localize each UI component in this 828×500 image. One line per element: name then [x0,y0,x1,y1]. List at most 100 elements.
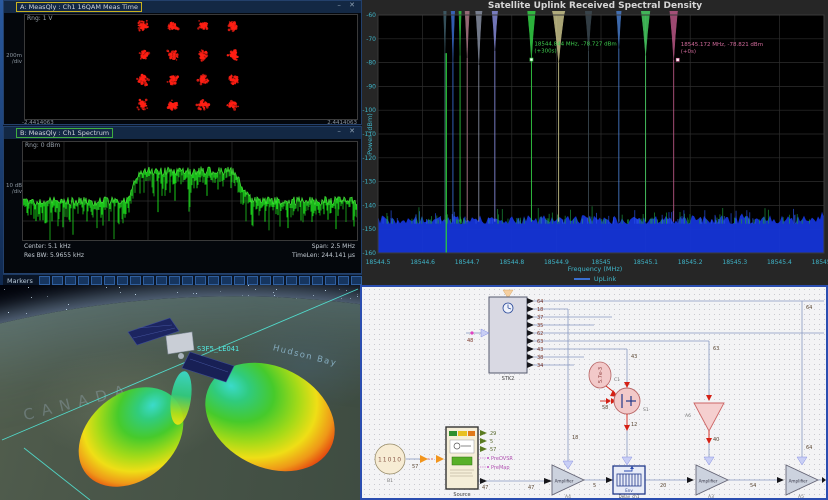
block-diagram[interactable]: STK2 48 64 18 37 35 62 63 43 38 34 64 64… [362,287,826,498]
lavender-arrow-icon [562,460,574,470]
marker-slot[interactable] [220,276,232,285]
spectrum-titlebar[interactable]: B: MeasQly : Ch1 Spectrum – ✕ [4,127,361,139]
range-label: Rng: 0 dBm [25,142,61,149]
marker-slot[interactable] [207,276,219,285]
constellation-window-title: A: MeasQly : Ch1 16QAM Meas Time [16,2,142,12]
close-icon[interactable]: ✕ [349,127,358,135]
chart-title: Satellite Uplink Received Spectral Densi… [487,1,703,11]
amplifier-label: Amplifier [555,479,574,484]
span-label: Span: 2.5 MHz [311,243,355,250]
svg-text:35: 35 [537,323,543,329]
amplifier1-block[interactable]: 47 Amplifier A4 5 [528,460,613,498]
constellation-plot[interactable]: Rng: 1 V [24,14,358,120]
constellation-clusters [136,19,240,111]
spectrum-signal-trace [21,166,358,240]
amplifier2-block[interactable]: Amplifier A3 54 [695,464,784,498]
marker-slot[interactable] [103,276,115,285]
marker-slots[interactable] [38,276,377,285]
wire-num: 57 [412,464,418,470]
marker-slot[interactable] [298,276,310,285]
env-delay-block[interactable]: Env Delay_ch1 20 [612,465,694,498]
modulator-block[interactable]: Source [445,426,479,498]
globe-view[interactable]: Hudson Bay CANADA S3F5_LEO41 [0,285,360,500]
marker-slot[interactable] [246,276,258,285]
att-caption: A6 [685,413,691,419]
svg-text:57: 57 [490,447,496,453]
svg-text:(+300s): (+300s) [534,49,556,55]
svg-text:34: 34 [537,363,543,369]
svg-text:(+0s): (+0s) [681,49,696,55]
marker-slot[interactable] [181,276,193,285]
marker-slot[interactable] [142,276,154,285]
amp2-caption: A3 [708,494,714,498]
marker-slot[interactable] [155,276,167,285]
marker-slot[interactable] [64,276,76,285]
svg-text:20: 20 [660,483,666,489]
sum-caption: S1 [643,407,649,413]
svg-text:-140: -140 [362,202,376,209]
x-axis-label: Frequency (MHz) [567,265,623,273]
marker-slot[interactable] [259,276,271,285]
lavender-arrow-icon [796,456,808,466]
svg-text:-60: -60 [366,12,376,19]
marker-slot[interactable] [77,276,89,285]
red-arrow-icon [624,382,630,388]
bit-source-block[interactable]: 11010 B1 57 [374,443,444,484]
satellite-dish [178,353,184,359]
marker-slot[interactable] [38,276,50,285]
marker-slot[interactable] [51,276,63,285]
svg-text:29: 29 [490,431,496,437]
marker-slot[interactable] [129,276,141,285]
marker-slot[interactable] [168,276,180,285]
stk-caption: STK2 [502,376,515,382]
amplifier3-block[interactable]: Amplifier A5 [785,456,826,498]
svg-text:63: 63 [537,339,543,345]
marker-slot[interactable] [194,276,206,285]
spectrum-plot[interactable]: Rng: 0 dBm [21,141,358,241]
svg-text:18544.844 MHz, -78.727 dBm: 18544.844 MHz, -78.727 dBm [534,42,616,48]
minimize-icon[interactable]: – [337,127,344,135]
bit-pattern: 11010 [378,457,402,464]
marker-slot[interactable] [350,276,362,285]
svg-text:-110: -110 [362,131,376,138]
svg-text:43: 43 [631,354,637,360]
svg-text:40: 40 [713,437,719,443]
marker-slot[interactable] [272,276,284,285]
svg-text:18545.172 MHz, -78.821 dBm: 18545.172 MHz, -78.821 dBm [681,42,763,48]
attenuator-block[interactable]: A6 [685,395,725,466]
wire-num: 47 [528,485,534,491]
svg-text:-90: -90 [366,83,376,90]
satellite-beam-overlay: S3F5_LEO41 [1,288,359,500]
black-arrow-icon [544,478,552,484]
uplink-spectrum-panel: Satellite Uplink Received Spectral Densi… [362,0,828,285]
marker-slot[interactable] [116,276,128,285]
stk-access-block[interactable]: STK2 48 [467,289,528,382]
uplink-spectrum-chart[interactable]: 18544.5 18544.6 18544.7 18544.8 18544.9 18545… [362,11,828,273]
lavender-arrow-icon [703,456,715,466]
input-arrow-icon [480,328,490,338]
marker-slot[interactable] [285,276,297,285]
minimize-icon[interactable]: – [337,1,344,9]
marker-slot[interactable] [324,276,336,285]
marker-slot[interactable] [90,276,102,285]
marker-slot[interactable] [337,276,349,285]
spectrum-trace [21,141,358,241]
svg-text:37: 37 [537,315,543,321]
env-label: Env [625,488,633,493]
orange-arrow-icon [420,455,428,463]
svg-text:18: 18 [572,435,578,441]
block-diagram-panel: STK2 48 64 18 37 35 62 63 43 38 34 64 64… [360,285,828,500]
marker-slot[interactable] [311,276,323,285]
marker-slot[interactable] [233,276,245,285]
env-caption: Delay_ch1 [619,494,640,498]
legend-entry: UpLink [593,275,617,283]
lavender-arrow-icon [621,456,633,466]
range-label: Rng: 1 V [27,15,53,22]
close-icon[interactable]: ✕ [349,1,358,9]
svg-text:64: 64 [537,299,543,305]
constellation-titlebar[interactable]: A: MeasQly : Ch1 16QAM Meas Time – ✕ [4,1,361,13]
chart-legend[interactable]: UpLink [362,275,828,283]
svg-text:-150: -150 [362,226,376,233]
svg-text:38: 38 [537,355,543,361]
input-port-dot [470,331,474,335]
